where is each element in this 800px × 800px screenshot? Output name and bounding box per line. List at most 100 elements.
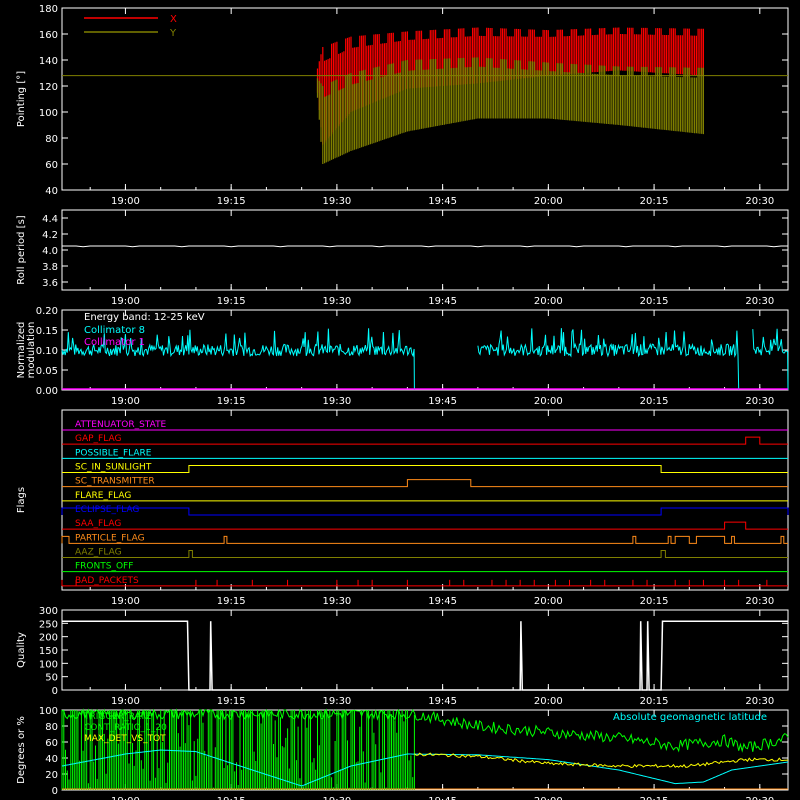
flag-bad-packets-label: BAD_PACKETS [75, 576, 139, 586]
series-roll-period [62, 245, 788, 248]
panel-0-xtick-label: 20:15 [640, 196, 669, 207]
panel-4-ylabel: Quality [16, 632, 27, 668]
panel-2-xtick-label: 20:15 [640, 396, 669, 407]
panel-0-ytick-label: 160 [39, 30, 58, 41]
panel-1-xtick-label: 20:30 [745, 296, 774, 307]
panel-2-xtick-label: 20:00 [534, 396, 563, 407]
panel-4-ytick-label: 0 [52, 686, 58, 697]
series-trigger-rate-bars [61, 710, 415, 790]
panel-4-xtick-label: 19:30 [322, 696, 351, 707]
panel-0-ytick-label: 120 [39, 82, 58, 93]
panel-0-ytick-label: 60 [45, 160, 58, 171]
legend-label-x: X [170, 14, 177, 25]
panel-1-ytick-label: 4.2 [42, 230, 58, 241]
panel-3-xtick-label: 20:15 [640, 596, 669, 607]
panel-5-xtick-label: 19:00 [111, 796, 140, 800]
panel-2-ytick-label: 0.00 [36, 386, 58, 397]
panel-5-ytick-label: 20 [45, 770, 58, 781]
panel-4-ytick-label: 250 [39, 619, 58, 630]
flag-attenuator-state-label: ATTENUATOR_STATE [75, 420, 167, 430]
panel-4-xtick-label: 19:00 [111, 696, 140, 707]
panel-4-xtick-label: 19:45 [428, 696, 457, 707]
panel-3-xtick-label: 19:00 [111, 596, 140, 607]
panel-1-ytick-label: 4.4 [42, 214, 58, 225]
flag-particle-flag-line [61, 535, 788, 544]
panel-1-ylabel: Roll period [s] [16, 215, 27, 284]
panel-5-xtick-label: 19:45 [428, 796, 457, 800]
panel-2-ytick-label: 0.05 [36, 366, 58, 377]
figure: 19:00 19:15 19:30 19:45 20:00 20:15 20:30 Point… [16, 4, 789, 800]
flag-possible-flare-label: POSSIBLE_FLARE [75, 448, 152, 458]
panel-3-frame [61, 409, 789, 591]
flag-fronts-off-label: FRONTS_OFF [75, 562, 133, 572]
panel-2-xtick-label: 20:30 [745, 396, 774, 407]
flag-particle-flag-label: PARTICLE_FLAG [75, 533, 145, 543]
panel-3-ylabel: Flags [16, 487, 27, 513]
panel-5-xtick-label: 19:15 [217, 796, 246, 800]
degrees-annotation-geomag: Absolute geomagnetic latitude [613, 712, 767, 723]
panel-0-ytick-label: 140 [39, 56, 58, 67]
flag-gap-flag-label: GAP_FLAG [75, 434, 121, 444]
panel-2-xtick-label: 19:00 [111, 396, 140, 407]
panel-5-ytick-label: 100 [39, 706, 58, 717]
flag-saa-flag-label: SAA_FLAG [75, 519, 121, 529]
panel-1-xtick-label: 19:00 [111, 296, 140, 307]
flag-aaz-flag-label: AAZ_FLAG [75, 548, 122, 558]
panel-1-xtick-label: 19:45 [428, 296, 457, 307]
panel-4-frame [61, 609, 789, 691]
panel-1-ytick-label: 4.0 [42, 246, 58, 257]
series-collimator-8-segment [752, 328, 789, 391]
panel-0-xtick-label: 19:15 [217, 196, 246, 207]
panel-0-ytick-label: 100 [39, 108, 58, 119]
panel-4-ytick-label: 200 [39, 633, 58, 644]
series-collimator-8-segment [477, 328, 740, 391]
legend-label-trigger-rate: TRIGGER_RATE [83, 712, 152, 722]
series-quality [62, 620, 788, 691]
panel-4-xtick-label: 20:00 [534, 696, 563, 707]
legend-label-y: Y [169, 28, 177, 39]
panel-0-xtick-label: 20:30 [745, 196, 774, 207]
panel-0-ytick-label: 180 [39, 4, 58, 15]
legend-label-collimator-1: Collimator 1 [84, 337, 145, 348]
panel-3-xtick-label: 19:45 [428, 596, 457, 607]
series-max-det-vs-tot [414, 752, 789, 769]
panel-5-ytick-label: 0 [52, 786, 58, 797]
panel-2-xtick-label: 19:45 [428, 396, 457, 407]
panel-5-xtick-label: 20:30 [745, 796, 774, 800]
panel-1-ytick-label: 3.6 [42, 278, 58, 289]
panel-2-ytick-label: 0.10 [36, 346, 58, 357]
flag-sc-in-sunlight-line [62, 465, 788, 473]
panel-0-xtick-label: 20:00 [534, 196, 563, 207]
panel-4-xtick-label: 19:15 [217, 696, 246, 707]
panel-0-ytick-label: 40 [45, 186, 58, 197]
panel-4-ytick-label: 50 [45, 673, 58, 684]
panel-1-frame [61, 209, 789, 291]
panel-3-xtick-label: 19:30 [322, 596, 351, 607]
panel-1-xtick-label: 19:15 [217, 296, 246, 307]
panel-3-xtick-label: 19:15 [217, 596, 246, 607]
flag-sc-transmitter-label: SC_TRANSMITTER [75, 477, 155, 487]
flag-eclipse-flag-line [61, 507, 789, 516]
panel-4-ytick-label: 150 [39, 646, 58, 657]
panel-4-ytick-label: 300 [39, 606, 58, 617]
panel-5-xtick-label: 20:15 [640, 796, 669, 800]
legend-label-cont-ratio-1-20: CONT_RATIO_1_20 [84, 723, 167, 733]
panel-2-ytick-label: 0.15 [36, 326, 58, 337]
flag-aaz-flag-line [62, 550, 788, 558]
panel-2-xtick-label: 19:15 [217, 396, 246, 407]
modulation-energy-band: Energy band: 12-25 keV [84, 312, 205, 323]
panel-0-ytick-label: 80 [45, 134, 58, 145]
panel-1-ytick-label: 3.8 [42, 262, 58, 273]
panel-4-xtick-label: 20:15 [640, 696, 669, 707]
flag-eclipse-flag-label: ECLIPSE_FLAG [75, 505, 139, 515]
panel-1-xtick-label: 19:30 [322, 296, 351, 307]
flag-saa-flag-line [62, 521, 788, 530]
flag-sc-in-sunlight-label: SC_IN_SUNLIGHT [75, 463, 152, 473]
panel-3-xtick-label: 20:30 [745, 596, 774, 607]
panel-0-ylabel: Pointing [°] [16, 71, 27, 127]
panel-1-xtick-label: 20:00 [534, 296, 563, 307]
flag-gap-flag-line [62, 436, 788, 445]
flag-flare-flag-label: FLARE_FLAG [75, 491, 131, 501]
panel-5-ylabel: Degrees or % [16, 716, 27, 784]
panel-0-xtick-label: 19:00 [111, 196, 140, 207]
